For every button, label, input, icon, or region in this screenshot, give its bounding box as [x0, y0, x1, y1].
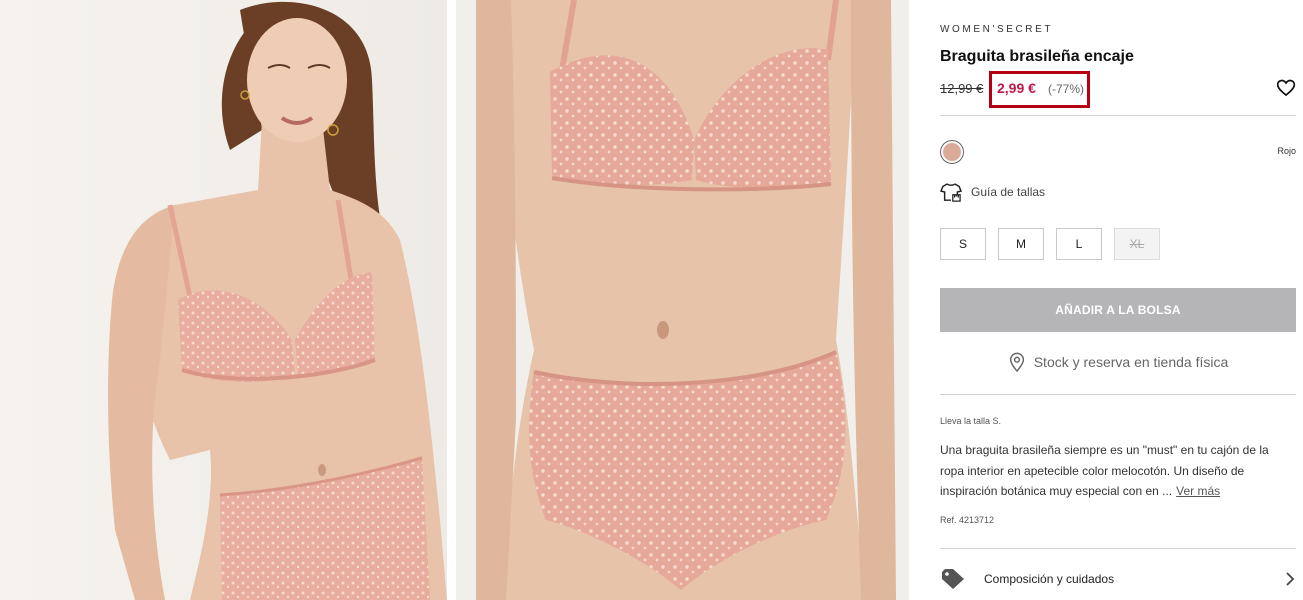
color-swatch-fill: [943, 143, 961, 161]
store-stock-label: Stock y reserva en tienda física: [1033, 354, 1229, 370]
product-title: Braguita brasileña encaje: [940, 48, 1134, 65]
composition-care-label: Composición y cuidados: [984, 572, 1115, 586]
product-description: Una braguita brasileña siempre es un "mu…: [940, 440, 1296, 502]
divider: [940, 394, 1296, 395]
see-more-link[interactable]: Ver más: [1176, 484, 1220, 498]
product-reference: Ref. 4213712: [940, 515, 995, 525]
model-full-photo[interactable]: [0, 0, 447, 600]
sale-price: 2,99 €: [997, 80, 1036, 96]
brand-name: WOMEN'SECRET: [940, 24, 1054, 35]
old-price: 12,99 €: [940, 81, 984, 96]
size-option-s[interactable]: S: [940, 228, 986, 260]
size-option-m[interactable]: M: [998, 228, 1044, 260]
chevron-right-icon: [1286, 572, 1295, 586]
color-name: Rojo: [1277, 146, 1296, 156]
model-closeup-image: [456, 0, 909, 600]
tshirt-icon: [940, 183, 962, 202]
size-guide-link[interactable]: Guía de tallas: [940, 182, 1045, 202]
location-pin-icon: [1009, 352, 1024, 372]
divider: [940, 548, 1296, 549]
heart-icon[interactable]: [1276, 78, 1296, 98]
color-swatch[interactable]: [940, 140, 964, 164]
add-to-bag-button[interactable]: AÑADIR A LA BOLSA: [940, 288, 1296, 332]
model-closeup-photo[interactable]: [456, 0, 909, 600]
store-stock-link[interactable]: Stock y reserva en tienda física: [940, 351, 1296, 373]
model-full-image: [0, 0, 447, 600]
size-guide-label: Guía de tallas: [971, 185, 1046, 199]
size-option-l[interactable]: L: [1056, 228, 1102, 260]
tag-icon: [942, 569, 964, 589]
model-size-note: Lleva la talla S.: [940, 416, 1002, 426]
size-option-xl: XL: [1114, 228, 1160, 260]
discount-percentage: (-77%): [1048, 82, 1085, 96]
product-info-panel: WOMEN'SECRET Braguita brasileña encaje 1…: [940, 0, 1296, 600]
composition-care-row[interactable]: Composición y cuidados: [940, 566, 1296, 592]
divider: [940, 115, 1296, 116]
price-row: 12,99 € 2,99 € (-77%): [940, 71, 1296, 108]
size-selector: S M L XL: [940, 228, 1160, 260]
